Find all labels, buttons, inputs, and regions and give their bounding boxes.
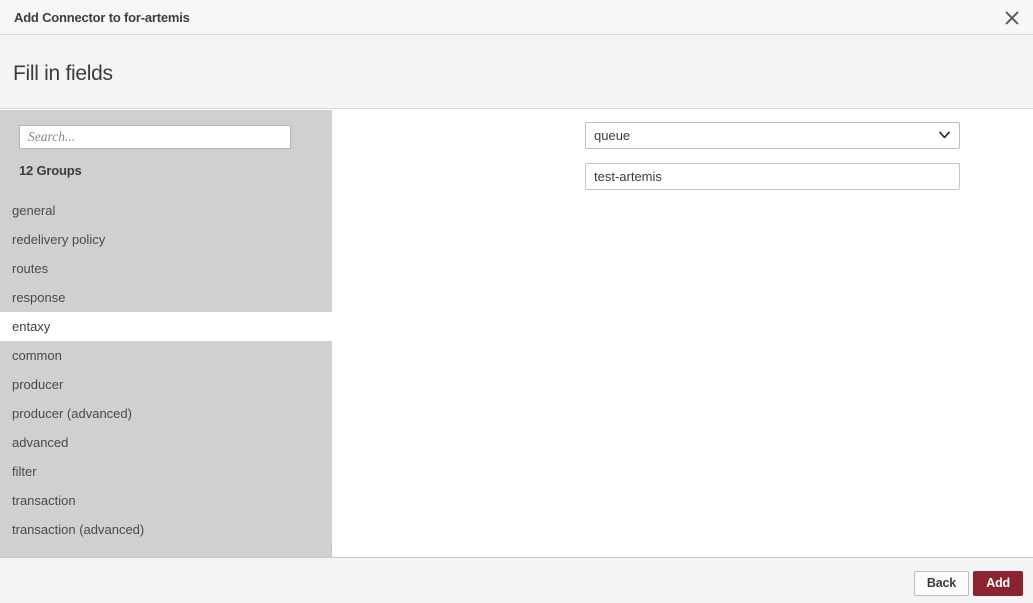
sidebar-item-redelivery-policy[interactable]: redelivery policy — [0, 225, 332, 254]
sidebar-item-label: producer — [12, 377, 64, 392]
field-control-jms-queue-or-topic: queue — [585, 122, 960, 149]
sidebar-item-label: transaction — [12, 493, 76, 508]
sidebar-item-filter[interactable]: filter — [0, 457, 332, 486]
sidebar-item-label: routes — [12, 261, 49, 276]
page-title: Fill in fields — [13, 62, 113, 85]
add-button[interactable]: Add — [973, 571, 1023, 596]
sidebar-item-general[interactable]: general — [0, 196, 332, 225]
sidebar-item-label: producer (advanced) — [12, 406, 132, 421]
sidebar-item-label: entaxy — [12, 319, 51, 334]
sidebar-item-transaction[interactable]: transaction — [0, 486, 332, 515]
sidebar-item-producer-advanced-[interactable]: producer (advanced) — [0, 399, 332, 428]
sidebar-search-area: 12 Groups — [0, 110, 332, 196]
sidebar-item-label: general — [12, 203, 56, 218]
sidebar-item-routes[interactable]: routes — [0, 254, 332, 283]
search-input[interactable] — [19, 125, 291, 149]
field-control-name-of-queue-or-topic — [585, 163, 960, 190]
dialog-title: Add Connector to for-artemis — [14, 10, 190, 25]
dialog-title-bar: Add Connector to for-artemis — [0, 0, 1033, 35]
close-icon[interactable] — [999, 5, 1025, 31]
sidebar-item-common[interactable]: common — [0, 341, 332, 370]
sidebar-item-producer[interactable]: producer — [0, 370, 332, 399]
sidebar-item-label: common — [12, 348, 62, 363]
sidebar-item-label: response — [12, 290, 66, 305]
groups-count-label: 12 Groups — [19, 163, 82, 178]
name-of-queue-or-topic-input[interactable] — [585, 163, 960, 190]
back-button[interactable]: Back — [913, 571, 969, 596]
sidebar-item-label: filter — [12, 464, 37, 479]
jms-queue-or-topic-select[interactable]: queue — [585, 122, 960, 149]
sidebar-item-label: transaction (advanced) — [12, 522, 145, 537]
sidebar-item-advanced[interactable]: advanced — [0, 428, 332, 457]
sidebar-item-label: redelivery policy — [12, 232, 106, 247]
step-heading-bar: Fill in fields — [0, 36, 1033, 109]
sidebar-item-response[interactable]: response — [0, 283, 332, 312]
sidebar-item-transaction-advanced-[interactable]: transaction (advanced) — [0, 515, 332, 544]
dialog-footer: Back Add — [0, 557, 1033, 603]
sidebar-item-label: advanced — [12, 435, 69, 450]
dialog-body: 12 Groups general redelivery policy routes… — [0, 110, 1033, 557]
fields-form: *JMS Queue or Topic ? queue — [333, 110, 1033, 557]
